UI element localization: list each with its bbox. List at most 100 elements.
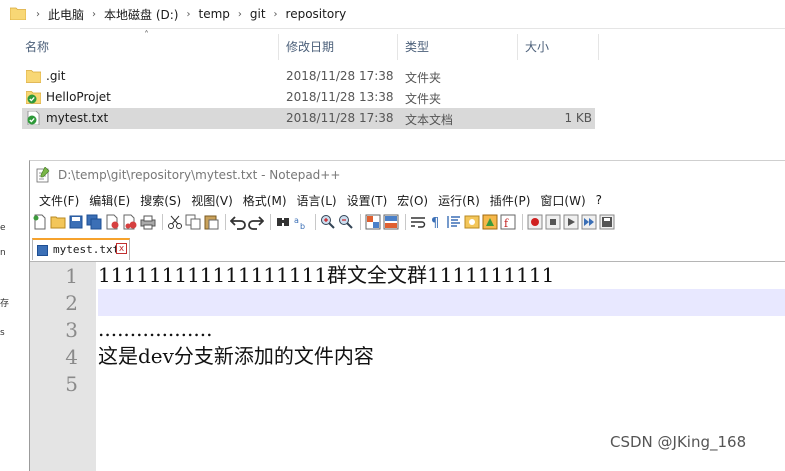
file-name: mytest.txt (46, 111, 109, 125)
file-row-selected[interactable]: mytest.txt 2018/11/28 17:38 文本文档 1 KB (22, 108, 595, 129)
notepad-plus-plus-icon (36, 167, 50, 183)
cut-icon[interactable] (167, 214, 183, 230)
menu-edit[interactable]: 编辑(E) (84, 192, 135, 209)
language-icon[interactable] (464, 214, 480, 230)
line-number: 1 (65, 264, 78, 288)
function-list-icon[interactable]: f (500, 214, 516, 230)
toolbar: ab ¶ f (32, 211, 785, 233)
navigation-pane-edge: e n 存 s (0, 28, 20, 464)
column-header-size[interactable]: 大小 (525, 34, 549, 60)
word-wrap-icon[interactable] (410, 214, 426, 230)
show-all-characters-icon[interactable]: ¶ (428, 214, 444, 230)
menu-help[interactable]: ? (591, 193, 607, 207)
title-bar[interactable]: D:\temp\git\repository\mytest.txt - Note… (30, 161, 785, 189)
svg-text:¶: ¶ (431, 216, 439, 230)
current-code-line[interactable] (98, 289, 785, 316)
column-divider[interactable] (517, 34, 518, 60)
watermark: CSDN @JKing_168 (610, 433, 747, 451)
code-line[interactable]: 这是dev分支新添加的文件内容 (98, 343, 785, 370)
zoom-in-icon[interactable] (320, 214, 336, 230)
file-row[interactable]: HelloProjet 2018/11/28 13:38 文件夹 (22, 87, 595, 108)
toolbar-separator (162, 214, 163, 230)
file-size: 1 KB (564, 111, 592, 125)
tab-bar: mytest.txt x (30, 237, 785, 262)
run-macro-multiple-icon[interactable] (581, 214, 597, 230)
breadcrumb-item[interactable]: repository (280, 7, 353, 21)
print-icon[interactable] (140, 214, 156, 230)
toolbar-separator (360, 214, 361, 230)
toolbar-separator (522, 214, 523, 230)
column-divider[interactable] (397, 34, 398, 60)
breadcrumb-item[interactable]: temp (192, 7, 235, 21)
file-saved-icon (37, 245, 48, 256)
toolbar-separator (270, 214, 271, 230)
save-macro-icon[interactable] (599, 214, 615, 230)
file-type: 文本文档 (405, 113, 454, 127)
sync-horizontal-icon[interactable] (383, 214, 399, 230)
menu-settings[interactable]: 设置(T) (342, 192, 393, 209)
svg-text:b: b (300, 222, 305, 230)
menu-file[interactable]: 文件(F) (34, 192, 84, 209)
menu-search[interactable]: 搜索(S) (135, 192, 186, 209)
indent-guide-icon[interactable] (446, 214, 462, 230)
chevron-right-icon: › (92, 8, 97, 20)
document-map-icon[interactable] (482, 214, 498, 230)
close-all-icon[interactable] (122, 214, 138, 230)
open-file-icon[interactable] (50, 214, 66, 230)
column-header-date[interactable]: 修改日期 (286, 34, 334, 60)
paste-icon[interactable] (203, 214, 219, 230)
menu-language[interactable]: 语言(L) (292, 192, 342, 209)
git-file-icon (27, 111, 40, 125)
file-date: 2018/11/28 17:38 (286, 111, 394, 125)
file-row[interactable]: .git 2018/11/28 17:38 文件夹 (22, 66, 595, 87)
menu-view[interactable]: 视图(V) (186, 192, 238, 209)
new-file-icon[interactable] (32, 214, 48, 230)
code-line[interactable] (98, 370, 785, 397)
code-line[interactable]: 111111111111111111群文全文群1111111111 (98, 262, 785, 289)
folder-icon (26, 70, 41, 83)
column-header-type[interactable]: 类型 (405, 34, 429, 60)
zoom-out-icon[interactable] (338, 214, 354, 230)
toolbar-separator (225, 214, 226, 230)
menu-macro[interactable]: 宏(O) (392, 192, 433, 209)
undo-icon[interactable] (230, 214, 246, 230)
menu-format[interactable]: 格式(M) (238, 192, 292, 209)
tab-mytest[interactable]: mytest.txt x (32, 238, 130, 260)
chevron-right-icon: › (237, 8, 242, 20)
line-number-gutter: 1 2 3 4 5 (30, 262, 96, 471)
file-type: 文件夹 (405, 92, 442, 106)
breadcrumb-item[interactable]: 本地磁盘 (D:) (98, 6, 184, 23)
code-line[interactable]: .................. (98, 316, 785, 343)
replace-icon[interactable]: ab (293, 214, 309, 230)
column-divider[interactable] (278, 34, 279, 60)
menu-window[interactable]: 窗口(W) (535, 192, 590, 209)
menu-run[interactable]: 运行(R) (433, 192, 485, 209)
find-icon[interactable] (275, 214, 291, 230)
breadcrumb-item[interactable]: git (244, 7, 272, 21)
nav-text-fragment: n (0, 248, 6, 258)
line-number: 3 (65, 318, 78, 342)
stop-macro-icon[interactable] (545, 214, 561, 230)
breadcrumb-item[interactable]: 此电脑 (42, 6, 90, 23)
line-number: 2 (65, 291, 78, 315)
play-macro-icon[interactable] (563, 214, 579, 230)
record-macro-icon[interactable] (527, 214, 543, 230)
close-file-icon[interactable] (104, 214, 120, 230)
nav-text-fragment: s (0, 328, 5, 338)
close-icon[interactable]: x (116, 243, 127, 254)
line-number: 4 (65, 345, 78, 369)
file-date: 2018/11/28 13:38 (286, 90, 394, 104)
column-divider[interactable] (598, 34, 599, 60)
sync-vertical-icon[interactable] (365, 214, 381, 230)
window-title: D:\temp\git\repository\mytest.txt - Note… (58, 168, 341, 182)
address-bar[interactable]: › 此电脑 › 本地磁盘 (D:) › temp › git › reposit… (0, 0, 785, 29)
redo-icon[interactable] (248, 214, 264, 230)
file-name: HelloProjet (46, 90, 111, 104)
git-folder-icon (26, 91, 41, 104)
column-header-name[interactable]: 名称 (25, 34, 49, 60)
menu-plugins[interactable]: 插件(P) (485, 192, 536, 209)
save-all-icon[interactable] (86, 214, 102, 230)
copy-icon[interactable] (185, 214, 201, 230)
save-icon[interactable] (68, 214, 84, 230)
column-headers: ˄ 名称 修改日期 类型 大小 (22, 30, 600, 60)
